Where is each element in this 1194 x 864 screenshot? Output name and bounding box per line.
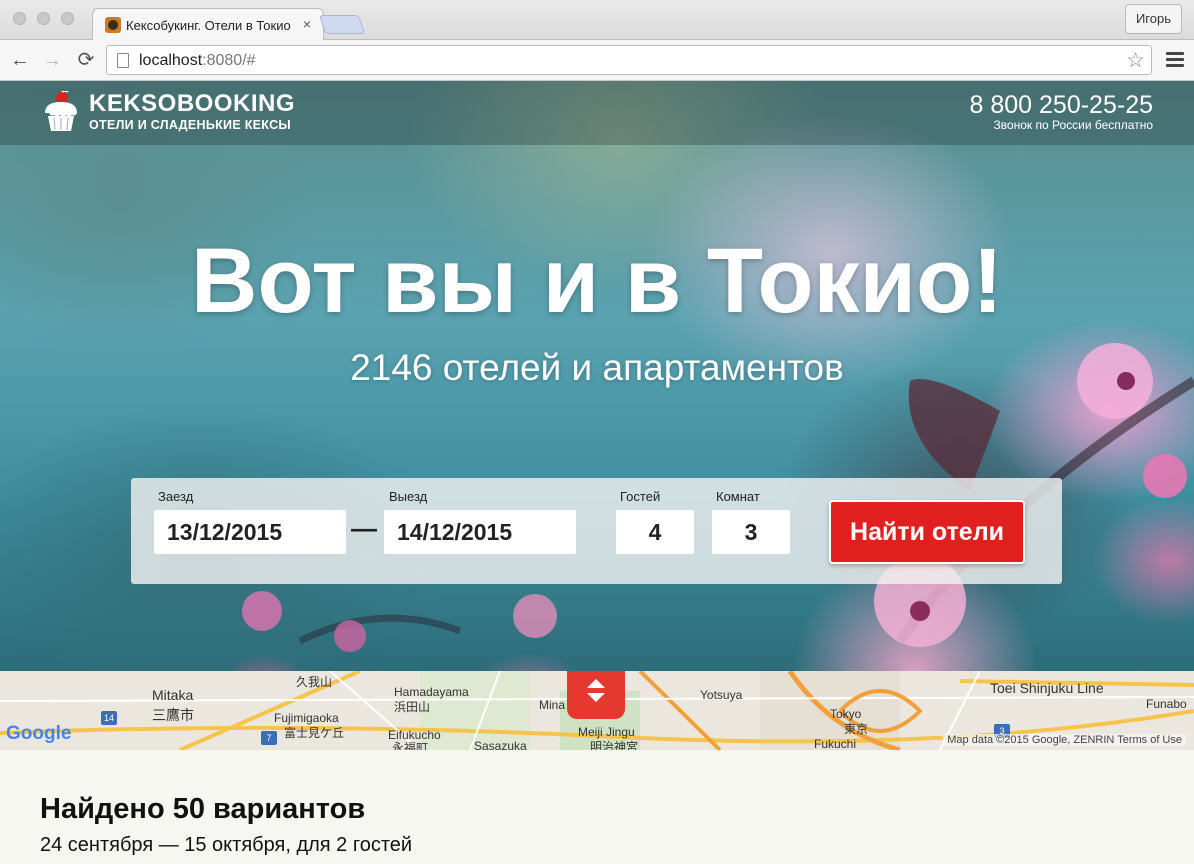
map-label: 富士見ケ丘 — [284, 726, 345, 740]
guests-field[interactable]: 4 — [616, 510, 694, 554]
window-minimize-button[interactable] — [37, 12, 50, 25]
map-label: Toei Shinjuku Line — [990, 680, 1104, 696]
map-label: 三鷹市 — [152, 707, 194, 723]
map-label: Hamadayama — [394, 685, 469, 699]
results-dates: 24 сентября — 15 октября, для 2 гостей — [40, 834, 413, 856]
date-range-dash: — — [351, 513, 377, 543]
route-shield: 14 — [101, 711, 117, 725]
url-rest: :8080/# — [202, 52, 256, 69]
browser-tab[interactable]: Кексобукинг. Отели в Токио × — [92, 8, 324, 41]
url-text: localhost:8080/# — [139, 52, 256, 70]
map-label: 明治神宮 — [590, 740, 639, 750]
hero-section: KEKSOBOOKING ОТЕЛИ И СЛАДЕНЬКИЕ КЕКСЫ 8 … — [0, 81, 1194, 671]
map-label: Tokyo — [830, 707, 862, 721]
address-bar[interactable]: localhost:8080/# ☆ — [106, 45, 1152, 75]
window-zoom-button[interactable] — [61, 12, 74, 25]
forward-arrow-icon[interactable]: → — [38, 46, 66, 74]
map-label: Fukuchi — [814, 737, 857, 750]
back-arrow-icon[interactable]: ← — [6, 46, 34, 74]
browser-toolbar: ← → ⟳ localhost:8080/# ☆ — [0, 40, 1194, 81]
reload-icon[interactable]: ⟳ — [72, 46, 100, 74]
checkin-label: Заезд — [158, 489, 194, 504]
favicon-icon — [105, 17, 121, 33]
profile-button[interactable]: Игорь — [1124, 4, 1182, 34]
tab-close-icon[interactable]: × — [303, 16, 311, 32]
map-label: Yotsuya — [700, 688, 743, 702]
map-label: 久我山 — [296, 675, 333, 689]
hamburger-menu-icon[interactable] — [1166, 52, 1184, 67]
bookmark-star-icon[interactable]: ☆ — [1126, 48, 1145, 73]
hero-title: Вот вы и в Токио! — [191, 230, 1003, 332]
map-label: 永福町 — [392, 741, 429, 750]
rooms-label: Комнат — [716, 489, 760, 504]
hero-subtitle: 2146 отелей и апартаментов — [350, 347, 844, 388]
url-host: localhost — [139, 52, 203, 69]
checkout-date-field[interactable]: 14/12/2015 — [384, 510, 576, 554]
browser-tab-bar: Кексобукинг. Отели в Токио × Игорь — [0, 0, 1194, 41]
results-title: Найдено 50 вариантов — [40, 793, 366, 825]
map-label: Mitaka — [152, 687, 194, 703]
google-logo-text: Google — [6, 723, 72, 744]
page-icon — [117, 53, 129, 68]
map-view[interactable]: Mitaka 三鷹市 久我山 Hamadayama 浜田山 Fujimigaok… — [0, 671, 1194, 750]
map-label: Meiji Jingu — [578, 725, 635, 739]
tab-title: Кексобукинг. Отели в Токио — [126, 18, 291, 33]
map-toggle-icon[interactable] — [567, 671, 625, 719]
checkout-label: Выезд — [389, 489, 428, 504]
map-label: Funabo — [1146, 697, 1187, 711]
route-shield: 7 — [261, 731, 277, 745]
find-hotels-button[interactable]: Найти отели — [829, 500, 1025, 564]
map-label: Mina — [539, 698, 566, 712]
google-logo[interactable]: Google — [6, 723, 71, 745]
window-close-button[interactable] — [13, 12, 26, 25]
guests-label: Гостей — [620, 489, 661, 504]
map-attribution[interactable]: Map data ©2015 Google, ZENRIN Terms of U… — [943, 734, 1186, 746]
map-label: Fujimigaoka — [274, 711, 339, 725]
map-label: 浜田山 — [394, 700, 431, 714]
rooms-field[interactable]: 3 — [712, 510, 790, 554]
checkin-date-field[interactable]: 13/12/2015 — [154, 510, 346, 554]
new-tab-button[interactable] — [318, 15, 366, 34]
map-label: Sasazuka — [474, 739, 527, 750]
search-form: Заезд 13/12/2015 — Выезд 14/12/2015 Гост… — [131, 478, 1062, 584]
map-label: 東京 — [844, 722, 869, 736]
